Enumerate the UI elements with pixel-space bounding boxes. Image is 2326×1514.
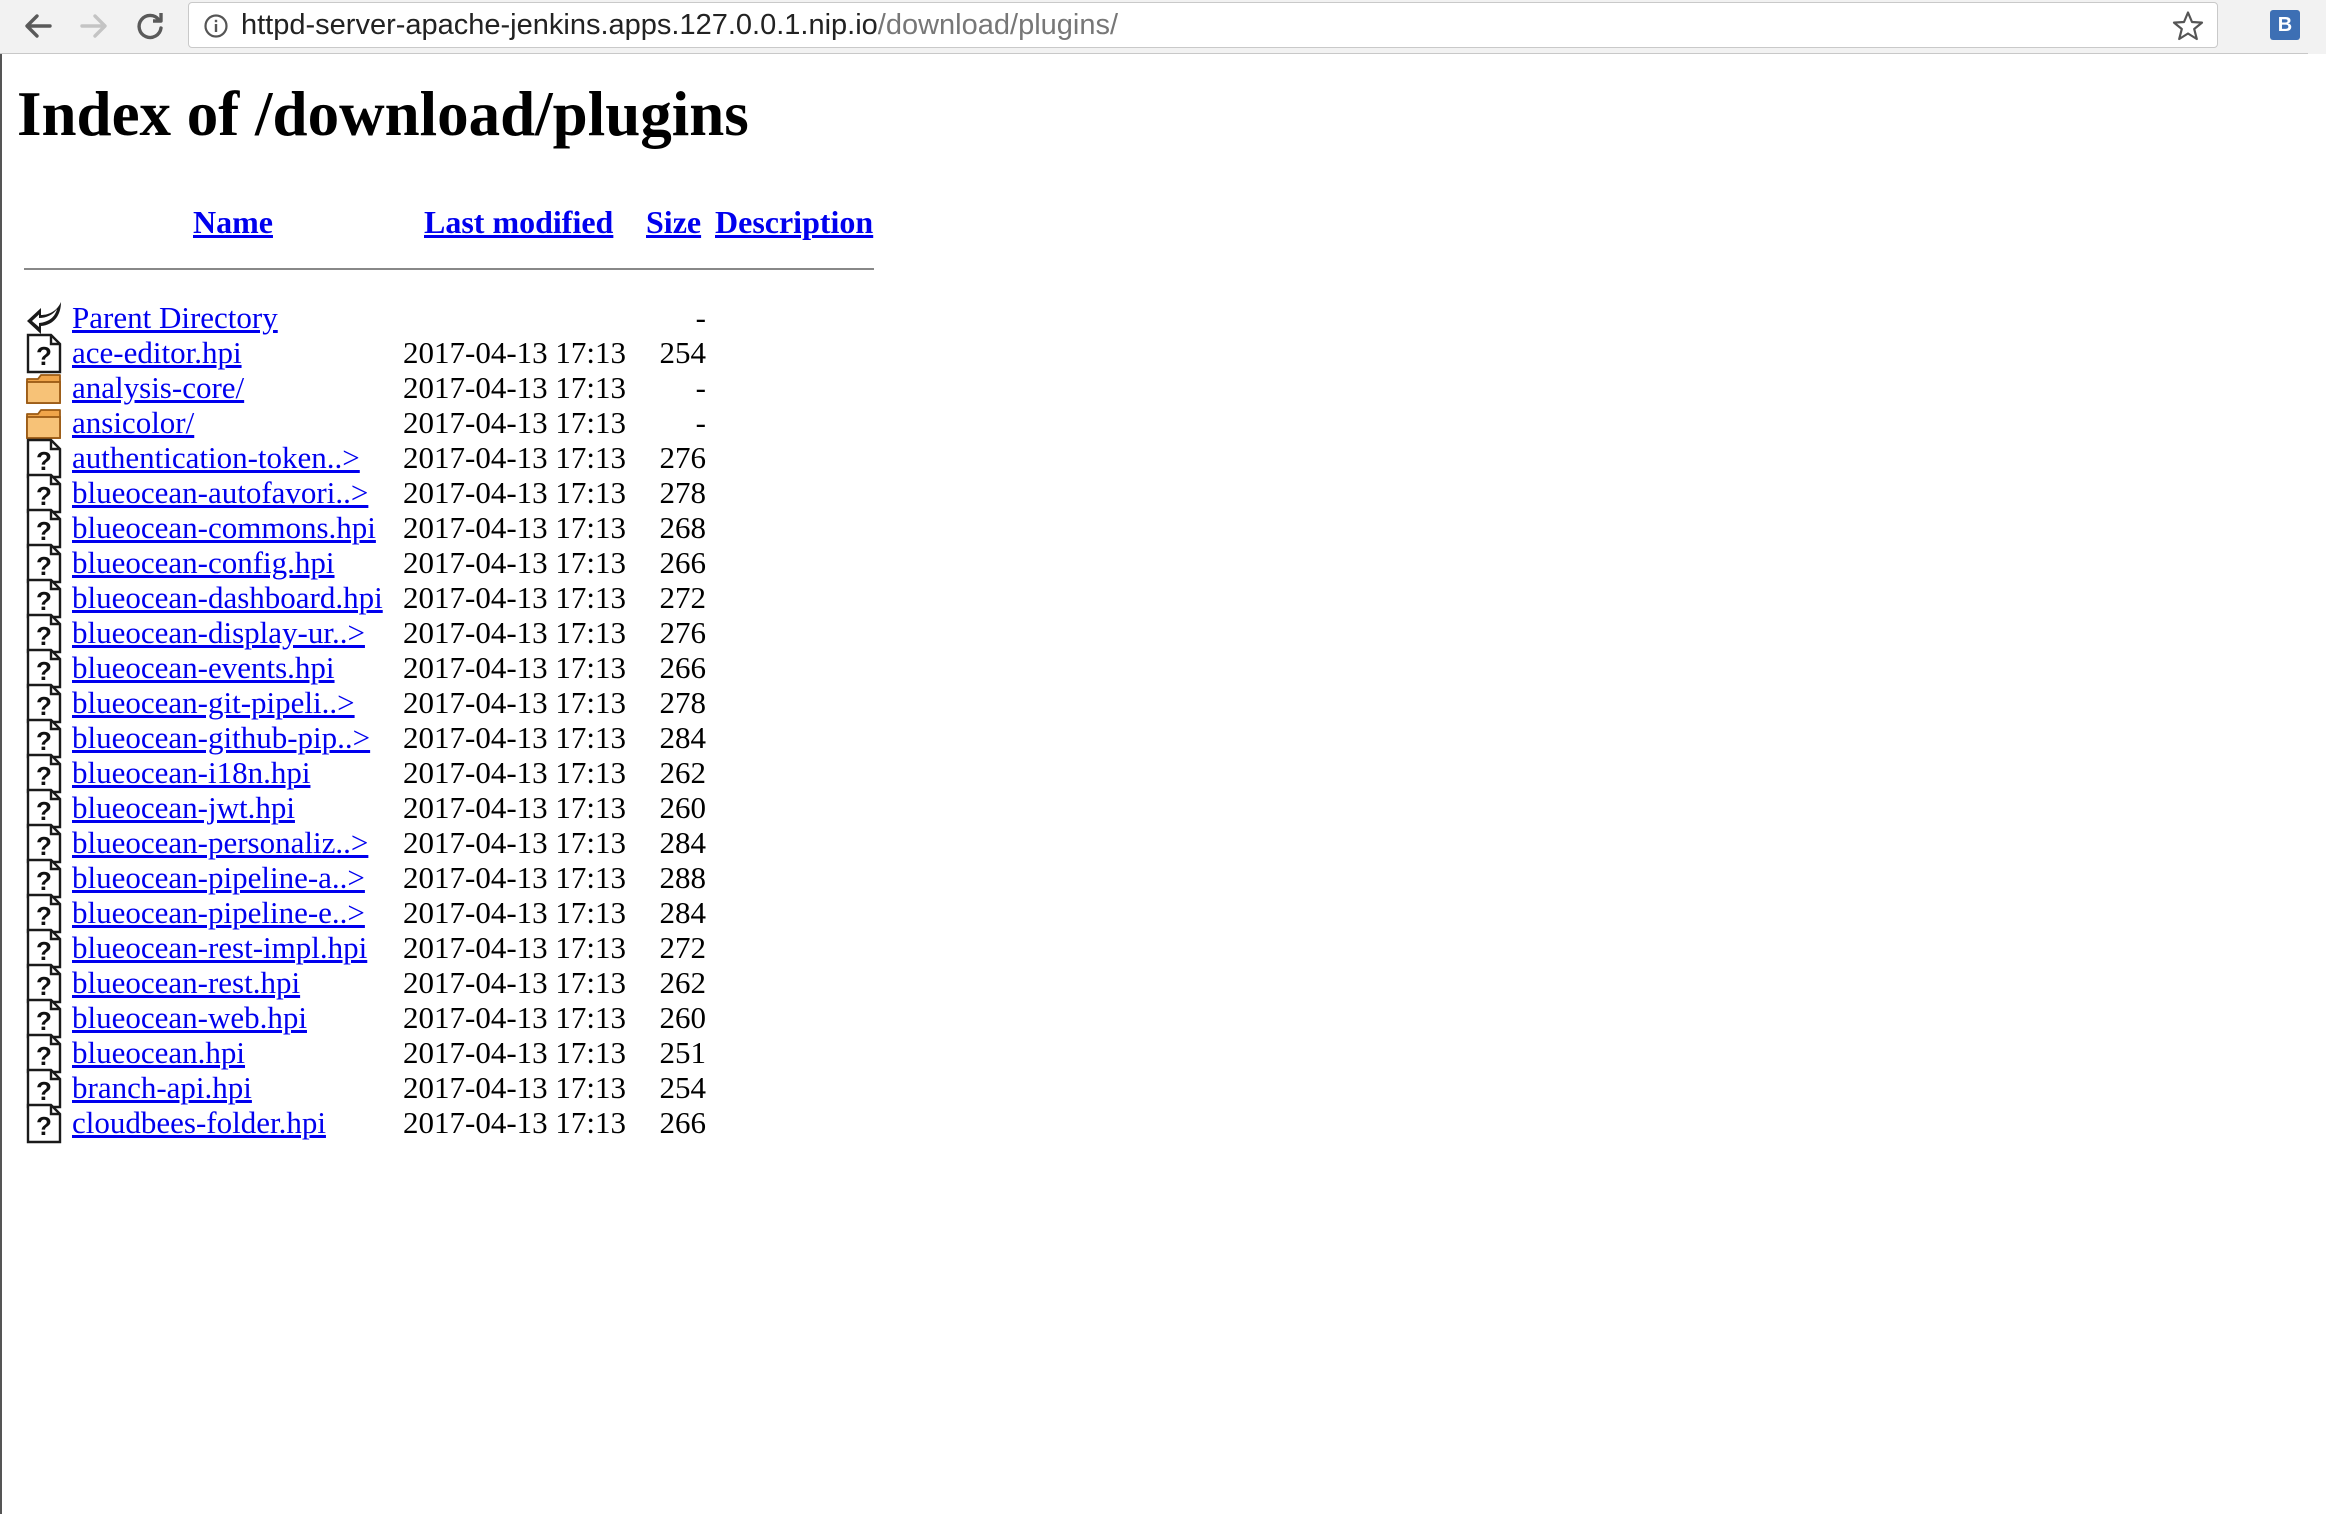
url-text[interactable]: httpd-server-apache-jenkins.apps.127.0.0…: [241, 3, 1118, 47]
sort-by-description-link[interactable]: Description: [715, 202, 873, 242]
info-icon[interactable]: [203, 13, 229, 39]
size-value: 266: [659, 1105, 707, 1140]
bookmark-star-icon[interactable]: [2171, 9, 2205, 43]
list-item: ? cloudbees-folder.hpi 2017-04-13 17:13 266: [0, 1097, 900, 1149]
back-arrow-icon[interactable]: [20, 8, 56, 44]
header-divider: [24, 268, 874, 270]
reload-icon[interactable]: [132, 8, 168, 44]
sort-by-size-link[interactable]: Size: [646, 202, 701, 242]
sort-by-name-link[interactable]: Name: [193, 202, 273, 242]
url-path: /download/plugins/: [877, 9, 1119, 41]
url-host: httpd-server-apache-jenkins.apps.127.0.0…: [241, 9, 878, 41]
page-title: Index of /download/plugins: [17, 79, 749, 149]
forward-arrow-icon[interactable]: [76, 8, 112, 44]
toolbar-edge: [2308, 0, 2326, 54]
unknown-file-icon: ?: [24, 1102, 64, 1144]
svg-text:?: ?: [36, 1111, 52, 1141]
browser-toolbar: httpd-server-apache-jenkins.apps.127.0.0…: [0, 0, 2326, 54]
file-link[interactable]: cloudbees-folder.hpi: [72, 1097, 326, 1149]
sort-by-last-modified-link[interactable]: Last modified: [424, 202, 613, 242]
address-bar[interactable]: httpd-server-apache-jenkins.apps.127.0.0…: [188, 2, 2218, 48]
extension-icon[interactable]: B: [2270, 10, 2300, 40]
last-modified-value: 2017-04-13 17:13: [403, 1105, 627, 1140]
